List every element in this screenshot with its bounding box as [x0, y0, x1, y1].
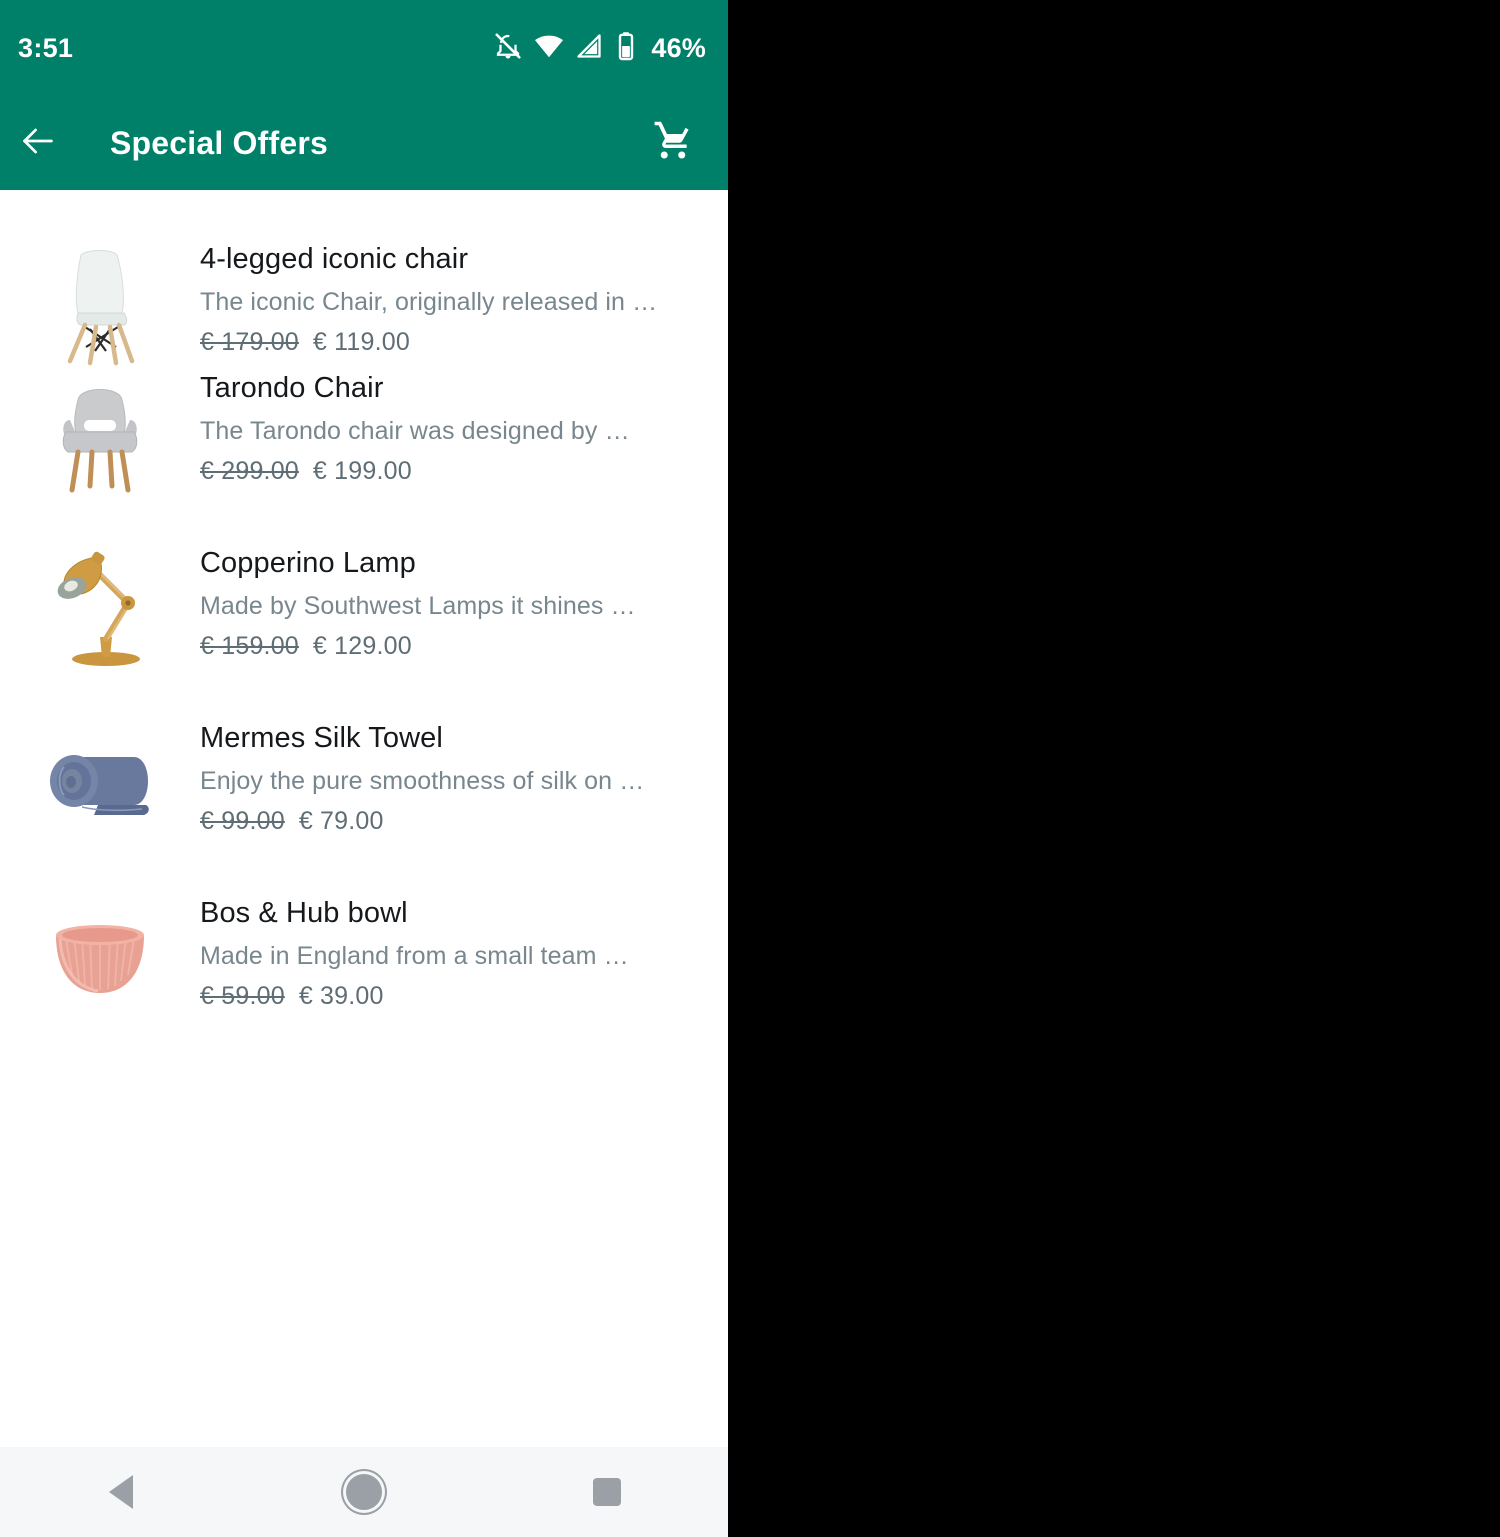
list-item[interactable]: Copperino Lamp Made by Southwest Lamps i… [0, 540, 728, 715]
product-info: Bos & Hub bowl Made in England from a sm… [200, 890, 728, 1011]
product-title: Tarondo Chair [200, 372, 384, 404]
product-info: Mermes Silk Towel Enjoy the pure smoothn… [200, 715, 728, 836]
list-item[interactable]: Bos & Hub bowl Made in England from a sm… [0, 890, 728, 1065]
product-thumbnail [0, 715, 200, 845]
cart-button[interactable] [646, 116, 700, 170]
list-item[interactable]: Mermes Silk Towel Enjoy the pure smoothn… [0, 715, 728, 890]
blue-rolled-towel-icon [38, 727, 162, 837]
price-discounted: € 129.00 [312, 632, 412, 661]
nav-recents-button[interactable] [485, 1447, 728, 1537]
price-original: € 159.00 [200, 632, 299, 661]
shopping-cart-icon [652, 120, 694, 167]
battery-percent-label: 46% [651, 32, 706, 63]
notifications-off-icon [493, 31, 523, 66]
pink-ribbed-bowl-icon [40, 909, 160, 1005]
product-info: Tarondo Chair The Tarondo chair was desi… [200, 365, 728, 486]
price-original: € 99.00 [200, 807, 285, 836]
recents-square-icon [592, 1478, 621, 1506]
price-discounted: € 199.00 [312, 457, 412, 486]
back-triangle-icon [109, 1475, 134, 1509]
product-title: Copperino Lamp [200, 547, 416, 579]
list-item[interactable]: Tarondo Chair The Tarondo chair was desi… [0, 365, 728, 540]
price-discounted: € 119.00 [312, 328, 410, 357]
product-title: 4-legged iconic chair [200, 243, 469, 275]
nav-back-button[interactable] [0, 1447, 243, 1537]
price-discounted: € 79.00 [298, 807, 384, 836]
price-line: € 99.00 € 79.00 [200, 807, 728, 836]
app-bar: Special Offers [0, 96, 728, 190]
wifi-icon [534, 31, 564, 66]
grey-armchair-icon [40, 368, 160, 496]
price-discounted: € 39.00 [298, 982, 384, 1011]
product-thumbnail [0, 890, 200, 1020]
price-original: € 299.00 [200, 457, 299, 486]
page-title: Special Offers [110, 124, 329, 161]
product-info: Copperino Lamp Made by Southwest Lamps i… [200, 540, 728, 661]
product-title: Mermes Silk Towel [200, 722, 443, 754]
product-thumbnail [0, 365, 200, 495]
product-description: The iconic Chair, originally released in… [200, 288, 658, 317]
status-bar: 3:51 46% [0, 0, 728, 96]
product-description: The Tarondo chair was designed by … [200, 417, 630, 446]
price-line: € 59.00 € 39.00 [200, 982, 728, 1011]
product-thumbnail [0, 236, 200, 366]
price-original: € 179.00 [200, 328, 299, 357]
product-title: Bos & Hub bowl [200, 897, 408, 929]
battery-icon [614, 31, 638, 66]
white-eames-chair-icon [40, 239, 160, 367]
price-line: € 179.00 € 119.00 [200, 328, 728, 357]
product-info: 4-legged iconic chair The iconic Chair, … [200, 236, 728, 357]
phone-screen: 3:51 46% Special Offers 4-legged iconic … [0, 0, 728, 1537]
product-description: Made by Southwest Lamps it shines … [200, 592, 636, 621]
list-item[interactable]: 4-legged iconic chair The iconic Chair, … [0, 190, 728, 366]
product-thumbnail [0, 540, 200, 670]
product-description: Made in England from a small team … [200, 942, 629, 971]
home-circle-icon [346, 1474, 382, 1510]
price-original: € 59.00 [200, 982, 285, 1011]
android-navigation-bar [0, 1447, 728, 1537]
back-button[interactable] [10, 115, 66, 171]
empty-black-area [728, 0, 1500, 1537]
copper-desk-lamp-icon [40, 541, 160, 673]
product-description: Enjoy the pure smoothness of silk on … [200, 767, 645, 796]
signal-icon [575, 32, 603, 65]
nav-home-button[interactable] [243, 1447, 486, 1537]
status-clock: 3:51 [18, 32, 74, 63]
product-list[interactable]: 4-legged iconic chair The iconic Chair, … [0, 190, 728, 1447]
back-arrow-icon [19, 122, 57, 165]
price-line: € 159.00 € 129.00 [200, 632, 728, 661]
price-line: € 299.00 € 199.00 [200, 457, 728, 486]
status-icons: 46% [493, 31, 706, 66]
